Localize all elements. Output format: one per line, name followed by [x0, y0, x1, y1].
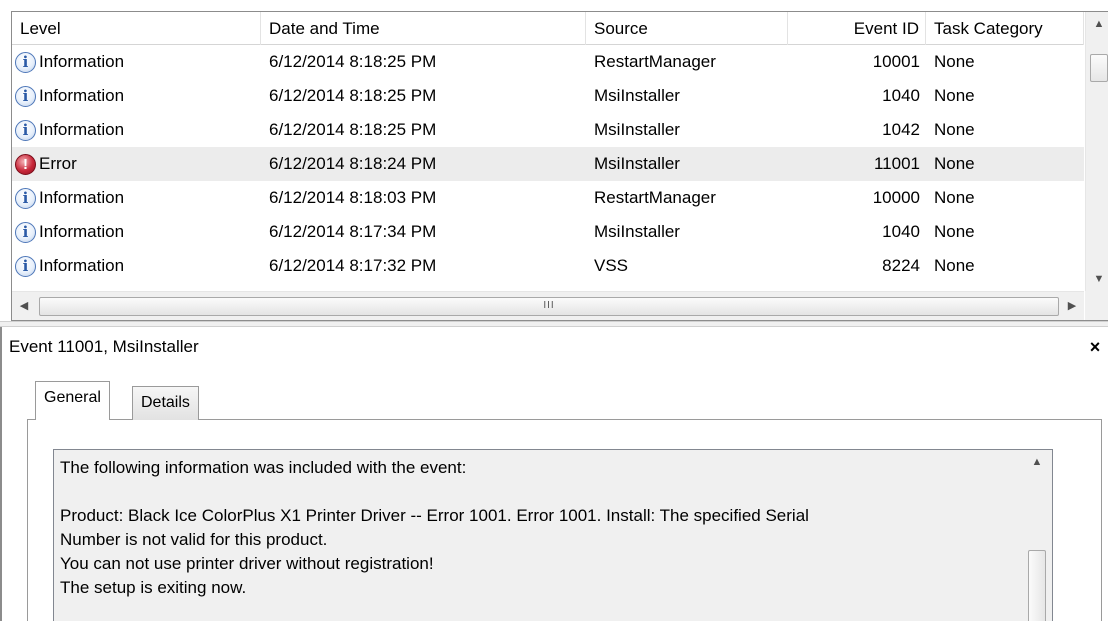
scroll-up-arrow-icon[interactable]: ▲: [1022, 450, 1052, 474]
date-time-cell: 6/12/2014 8:18:03 PM: [269, 188, 437, 207]
event-description-box[interactable]: The following information was included w…: [53, 449, 1053, 621]
list-horizontal-scrollbar[interactable]: ◀ III ▶: [12, 291, 1084, 320]
information-icon: [15, 86, 36, 107]
level-label: Information: [39, 256, 125, 275]
level-cell: Error: [12, 147, 261, 181]
level-cell: Information: [12, 79, 261, 113]
event-id-cell: 1042: [882, 120, 920, 139]
source-cell: RestartManager: [594, 52, 716, 71]
scroll-up-arrow-icon[interactable]: ▲: [1086, 12, 1108, 36]
level-label: Information: [39, 222, 125, 241]
error-icon: [15, 154, 36, 175]
scroll-down-arrow-icon[interactable]: ▼: [1086, 267, 1108, 291]
list-vertical-scrollbar[interactable]: ▲ ▼: [1085, 12, 1108, 291]
level-cell: Information: [12, 215, 261, 249]
list-horizontal-scroll-thumb[interactable]: III: [39, 297, 1059, 316]
scroll-right-arrow-icon[interactable]: ▶: [1060, 292, 1084, 320]
task-category-cell: None: [934, 120, 975, 139]
date-time-cell: 6/12/2014 8:17:32 PM: [269, 256, 437, 275]
table-row[interactable]: Information 6/12/2014 8:18:25 PM MsiInstal…: [12, 79, 1084, 113]
close-icon[interactable]: ×: [1085, 336, 1105, 358]
event-description-text: The following information was included w…: [60, 458, 809, 597]
event-list: Level Date and Time Source Event ID Task…: [11, 11, 1108, 321]
event-id-cell: 11001: [873, 154, 920, 173]
level-cell: Information: [12, 45, 261, 79]
event-list-rows: Information 6/12/2014 8:18:25 PM RestartMa…: [12, 45, 1084, 291]
level-label: Information: [39, 86, 125, 105]
event-id-cell: 10000: [872, 188, 920, 207]
information-icon: [15, 222, 36, 243]
event-id-cell: 8224: [882, 256, 920, 275]
information-icon: [15, 188, 36, 209]
table-row[interactable]: Information 6/12/2014 8:18:03 PM RestartMa…: [12, 181, 1084, 215]
information-icon: [15, 256, 36, 277]
scroll-grip-icon: III: [543, 300, 555, 311]
tab-general[interactable]: General: [35, 381, 110, 420]
table-row[interactable]: Information 6/12/2014 8:18:25 PM MsiInstal…: [12, 113, 1084, 147]
tab-details[interactable]: Details: [132, 386, 199, 420]
information-icon: [15, 120, 36, 141]
level-cell: Information: [12, 249, 261, 283]
table-row[interactable]: Information 6/12/2014 8:17:32 PM VSS 8224 No…: [12, 249, 1084, 283]
source-cell: MsiInstaller: [594, 120, 680, 139]
information-icon: [15, 52, 36, 73]
source-cell: MsiInstaller: [594, 86, 680, 105]
task-category-cell: None: [934, 256, 975, 275]
level-label: Information: [39, 120, 125, 139]
date-time-cell: 6/12/2014 8:18:25 PM: [269, 86, 437, 105]
level-label: Information: [39, 52, 125, 71]
level-label: Error: [39, 154, 77, 173]
description-scroll-thumb[interactable]: ≡: [1028, 550, 1046, 621]
list-vertical-scroll-thumb[interactable]: [1090, 54, 1108, 82]
table-row[interactable]: Error 6/12/2014 8:18:24 PM MsiInstaller 110…: [12, 147, 1084, 181]
event-detail-pane: Event 11001, MsiInstaller × General Deta…: [0, 327, 1108, 621]
date-time-cell: 6/12/2014 8:18:25 PM: [269, 52, 437, 71]
column-header-task-category[interactable]: Task Category: [926, 12, 1084, 45]
column-header-event-id[interactable]: Event ID: [788, 12, 926, 45]
level-label: Information: [39, 188, 125, 207]
event-list-header: Level Date and Time Source Event ID Task…: [12, 12, 1084, 45]
task-category-cell: None: [934, 52, 975, 71]
task-category-cell: None: [934, 86, 975, 105]
column-header-source[interactable]: Source: [586, 12, 788, 45]
task-category-cell: None: [934, 154, 975, 173]
event-id-cell: 1040: [882, 222, 920, 241]
event-id-cell: 1040: [882, 86, 920, 105]
date-time-cell: 6/12/2014 8:18:25 PM: [269, 120, 437, 139]
source-cell: VSS: [594, 256, 629, 275]
event-id-cell: 10001: [872, 52, 920, 71]
general-tab-panel: The following information was included w…: [27, 419, 1102, 621]
column-header-date-time[interactable]: Date and Time: [261, 12, 586, 45]
description-vertical-scrollbar[interactable]: ▲ ≡: [1022, 450, 1052, 621]
task-category-cell: None: [934, 222, 975, 241]
scrollbar-corner: [1085, 291, 1108, 320]
level-cell: Information: [12, 181, 261, 215]
date-time-cell: 6/12/2014 8:18:24 PM: [269, 154, 437, 173]
event-detail-title: Event 11001, MsiInstaller: [9, 337, 199, 356]
level-cell: Information: [12, 113, 261, 147]
source-cell: RestartManager: [594, 188, 716, 207]
table-row[interactable]: Information 6/12/2014 8:18:25 PM RestartMa…: [12, 45, 1084, 79]
source-cell: MsiInstaller: [594, 154, 680, 173]
scroll-left-arrow-icon[interactable]: ◀: [12, 292, 36, 320]
table-row[interactable]: Information 6/12/2014 8:17:34 PM MsiInstal…: [12, 215, 1084, 249]
source-cell: MsiInstaller: [594, 222, 680, 241]
date-time-cell: 6/12/2014 8:17:34 PM: [269, 222, 437, 241]
task-category-cell: None: [934, 188, 975, 207]
column-header-level[interactable]: Level: [12, 12, 261, 45]
